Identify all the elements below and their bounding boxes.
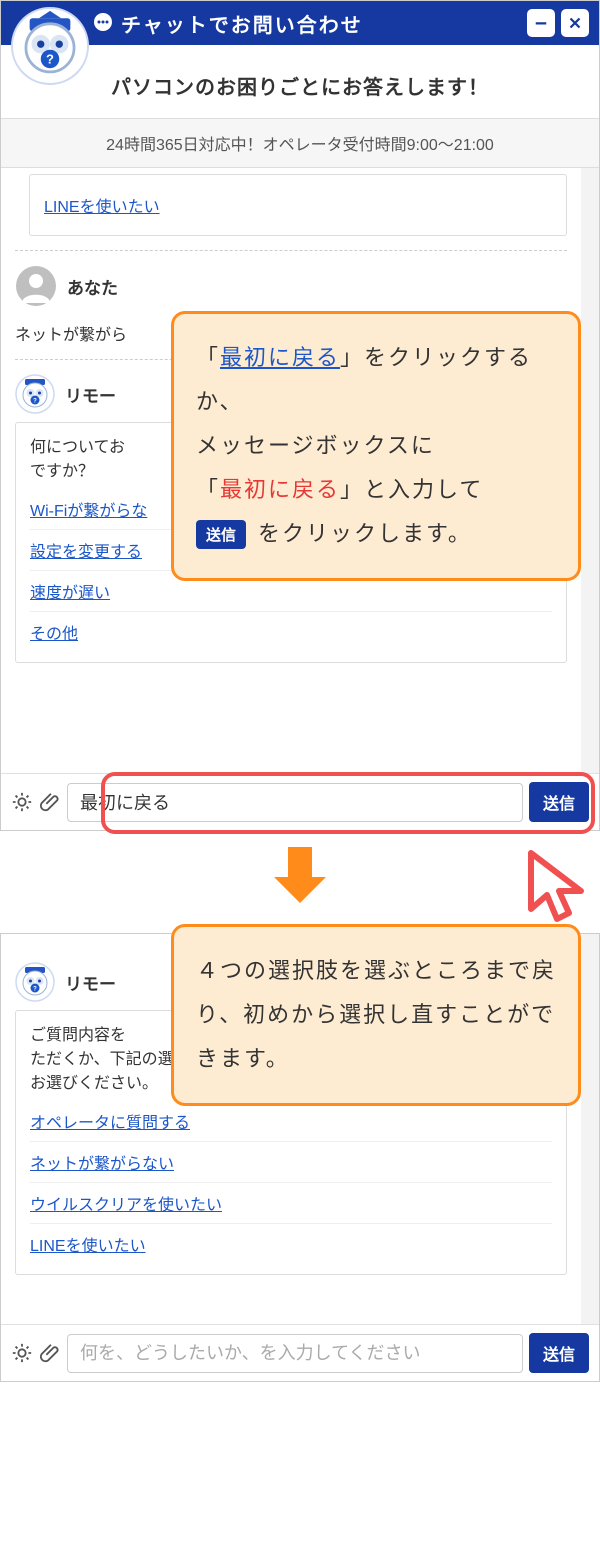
scrollbar-thumb[interactable] [581,658,599,754]
user-row: あなた [15,265,567,307]
callout-link[interactable]: 最初に戻る [220,345,340,370]
hours-banner: 24時間365日対応中！オペレータ受付時間9:00～21:00 [1,118,599,168]
cursor-icon [521,847,593,937]
gear-icon [11,791,33,813]
bot-message-card: LINEを使いたい [29,174,567,236]
divider [15,250,567,251]
scroll-up-button[interactable] [581,168,599,186]
annotation-callout-2: ４つの選択肢を選ぶところまで戻り、初めから選択し直すことができます。 [171,924,581,1106]
sub-header: パソコンのお困りごとにお答えします！ [1,45,599,118]
paperclip-icon [39,791,61,813]
down-arrow-icon [274,847,326,907]
attach-button[interactable] [39,1342,61,1364]
bot-avatar-large: ? [11,7,89,85]
send-button[interactable]: 送信 [529,1333,589,1373]
chat-header-title: チャットでお問い合わせ [91,9,363,38]
svg-text:?: ? [46,52,54,67]
close-button[interactable] [561,9,589,37]
svg-text:?: ? [33,399,37,405]
settings-button[interactable] [11,791,33,813]
user-avatar-icon [15,265,57,307]
option-line-link[interactable]: LINEを使いたい [44,185,552,225]
highlight-box [101,772,595,834]
chat-window-2: ４つの選択肢を選ぶところまで戻り、初めから選択し直すことができます。 ? リモー… [0,933,600,1382]
paperclip-icon [39,1342,61,1364]
bot-avatar-icon: ? [15,374,55,414]
option-link[interactable]: LINEを使いたい [30,1223,552,1264]
inline-send-button: 送信 [196,520,246,549]
user-name-label: あなた [67,274,118,299]
bot-name-label: リモー [65,382,116,407]
option-link[interactable]: オペレータに質問する [30,1101,552,1141]
input-bar-2: 送信 [1,1324,599,1381]
option-link[interactable]: ネットが繋がらない [30,1141,552,1182]
bot-name-label: リモー [65,970,116,995]
input-bar-1: 送信 [1,773,599,830]
chat-window-1: ? チャットでお問い合わせ パソコンのお困りごとにお答えします！ 24時間365… [0,0,600,831]
minimize-button[interactable] [527,9,555,37]
chat-header: チャットでお問い合わせ [1,1,599,45]
gear-icon [11,1342,33,1364]
close-icon [566,14,584,32]
option-link[interactable]: その他 [30,611,552,652]
option-link[interactable]: ウイルスクリアを使いたい [30,1182,552,1223]
settings-button[interactable] [11,1342,33,1364]
owl-mascot-icon: ? [13,9,87,83]
annotation-callout-1: 「最初に戻る」をクリックするか、 メッセージボックスに 「最初に戻る」と入力して… [171,311,581,581]
message-input[interactable] [67,1334,523,1373]
scroll-down-button[interactable] [581,755,599,773]
bot-avatar-icon: ? [15,962,55,1002]
attach-button[interactable] [39,791,61,813]
svg-text:?: ? [33,987,37,993]
minimize-icon [532,14,550,32]
speech-bubble-icon [91,11,115,35]
